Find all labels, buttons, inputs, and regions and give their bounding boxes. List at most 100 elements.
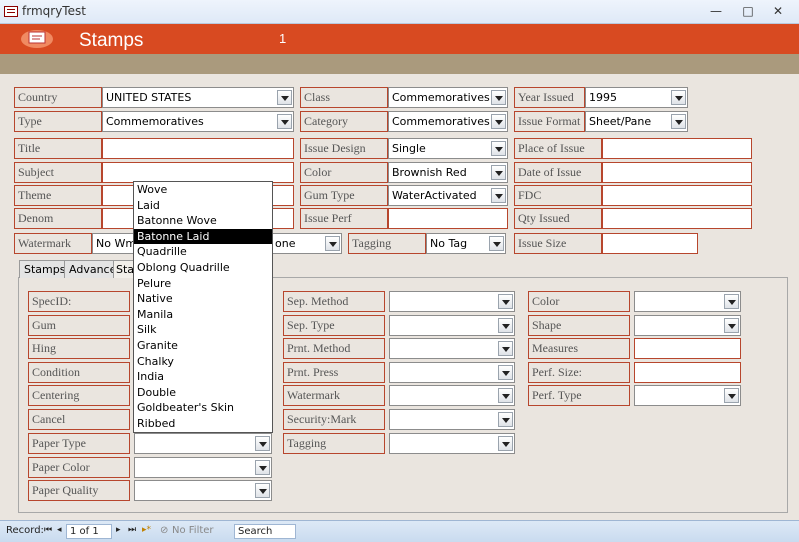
paper-color-select[interactable] [134, 457, 272, 478]
chevron-down-icon[interactable] [498, 365, 513, 380]
list-option[interactable]: Quadrille [134, 244, 272, 260]
filter-status[interactable]: No Filter [172, 525, 214, 536]
year-issued-select[interactable]: 1995 [585, 87, 688, 108]
place-of-issue-label: Place of Issue [514, 138, 602, 159]
category-select[interactable]: Commemoratives [388, 111, 508, 132]
sep-method-label: Sep. Method [283, 291, 385, 312]
list-option[interactable]: Ribbed [134, 416, 272, 432]
subject-input[interactable] [102, 162, 294, 183]
list-option[interactable]: Goldbeater's Skin [134, 400, 272, 416]
first-record-icon[interactable]: ⏮ [44, 525, 52, 535]
country-select[interactable]: UNITED STATES [102, 87, 294, 108]
search-input[interactable]: Search [234, 524, 296, 539]
watermark-label: Watermark [14, 233, 92, 254]
list-option[interactable]: India [134, 369, 272, 385]
new-record-icon[interactable]: ▸* [142, 525, 151, 535]
paper-type-dropdown-list[interactable]: Wove Laid Batonne Wove Batonne Laid Quad… [133, 181, 273, 433]
issue-perf-input[interactable] [388, 208, 508, 229]
list-option[interactable]: Chalky [134, 354, 272, 370]
tab-stamp-details[interactable]: Sta [113, 260, 135, 278]
chevron-down-icon[interactable] [498, 388, 513, 403]
chevron-down-icon[interactable] [255, 483, 270, 498]
form-header: Stamps 1 [0, 24, 799, 54]
maximize-button[interactable]: □ [738, 4, 758, 18]
security-mark-select[interactable] [389, 409, 515, 430]
chevron-down-icon[interactable] [498, 341, 513, 356]
chevron-down-icon[interactable] [255, 460, 270, 475]
chevron-down-icon[interactable] [491, 114, 506, 129]
chevron-down-icon[interactable] [671, 90, 686, 105]
no-filter-icon[interactable]: ⊘ [160, 525, 168, 536]
category-value: Commemoratives [392, 115, 490, 128]
chevron-down-icon[interactable] [489, 236, 504, 251]
record-indicator: 1 [279, 31, 287, 46]
current-record-input[interactable]: 1 of 1 [66, 524, 112, 539]
security-mark-label: Security:Mark [283, 409, 385, 430]
chevron-down-icon[interactable] [491, 90, 506, 105]
chevron-down-icon[interactable] [491, 141, 506, 156]
chevron-down-icon[interactable] [724, 294, 739, 309]
chevron-down-icon[interactable] [724, 388, 739, 403]
place-of-issue-input[interactable] [602, 138, 752, 159]
minimize-button[interactable]: — [706, 4, 726, 18]
list-option[interactable]: Native [134, 291, 272, 307]
prnt-press-select[interactable] [389, 362, 515, 383]
measures-input[interactable] [634, 338, 741, 359]
date-of-issue-input[interactable] [602, 162, 752, 183]
tab-stamps[interactable]: Stamps [19, 260, 71, 278]
issue-format-select[interactable]: Sheet/Pane [585, 111, 688, 132]
list-option[interactable]: Double [134, 385, 272, 401]
sep-type-select[interactable] [389, 315, 515, 336]
list-option-selected[interactable]: Batonne Laid [134, 228, 272, 245]
chevron-down-icon[interactable] [724, 318, 739, 333]
prnt-method-select[interactable] [389, 338, 515, 359]
qty-issued-input[interactable] [602, 208, 752, 229]
list-option[interactable]: Granite [134, 338, 272, 354]
shape-select[interactable] [634, 315, 741, 336]
list-option[interactable]: Laid [134, 198, 272, 214]
list-option[interactable]: Wove [134, 182, 272, 198]
list-option[interactable]: Pelure [134, 276, 272, 292]
paper-type-select[interactable] [134, 433, 272, 454]
watermark-value-2: one [275, 237, 296, 250]
chevron-down-icon[interactable] [671, 114, 686, 129]
perf-size-input[interactable] [634, 362, 741, 383]
chevron-down-icon[interactable] [491, 188, 506, 203]
close-button[interactable]: ✕ [768, 4, 788, 18]
sub-watermark-select[interactable] [389, 385, 515, 406]
tagging-select[interactable]: No Tag [426, 233, 506, 254]
sub-color-select[interactable] [634, 291, 741, 312]
next-record-icon[interactable]: ▸ [116, 525, 121, 535]
chevron-down-icon[interactable] [491, 165, 506, 180]
chevron-down-icon[interactable] [255, 436, 270, 451]
title-input[interactable] [102, 138, 294, 159]
fdc-input[interactable] [602, 185, 752, 206]
chevron-down-icon[interactable] [277, 90, 292, 105]
issue-design-select[interactable]: Single [388, 138, 508, 159]
last-record-icon[interactable]: ⏭ [128, 525, 136, 535]
chevron-down-icon[interactable] [277, 114, 292, 129]
chevron-down-icon[interactable] [498, 318, 513, 333]
paper-quality-select[interactable] [134, 480, 272, 501]
previous-record-icon[interactable]: ◂ [57, 525, 62, 535]
chevron-down-icon[interactable] [498, 294, 513, 309]
color-select[interactable]: Brownish Red [388, 162, 508, 183]
chevron-down-icon[interactable] [325, 236, 340, 251]
sep-method-select[interactable] [389, 291, 515, 312]
chevron-down-icon[interactable] [498, 436, 513, 451]
year-issued-label: Year Issued [514, 87, 585, 108]
gum-type-select[interactable]: WaterActivated [388, 185, 508, 206]
list-option[interactable]: Oblong Quadrille [134, 260, 272, 276]
type-select[interactable]: Commemoratives [102, 111, 294, 132]
perf-type-select[interactable] [634, 385, 741, 406]
class-label: Class [300, 87, 388, 108]
chevron-down-icon[interactable] [498, 412, 513, 427]
issue-size-input[interactable] [602, 233, 698, 254]
list-option[interactable]: Silk [134, 322, 272, 338]
list-option[interactable]: Manila [134, 307, 272, 323]
sub-watermark-label: Watermark [283, 385, 385, 406]
list-option[interactable]: Batonne Wove [134, 213, 272, 229]
class-select[interactable]: Commemoratives [388, 87, 508, 108]
sub-tagging-select[interactable] [389, 433, 515, 454]
type-value: Commemoratives [106, 115, 204, 128]
